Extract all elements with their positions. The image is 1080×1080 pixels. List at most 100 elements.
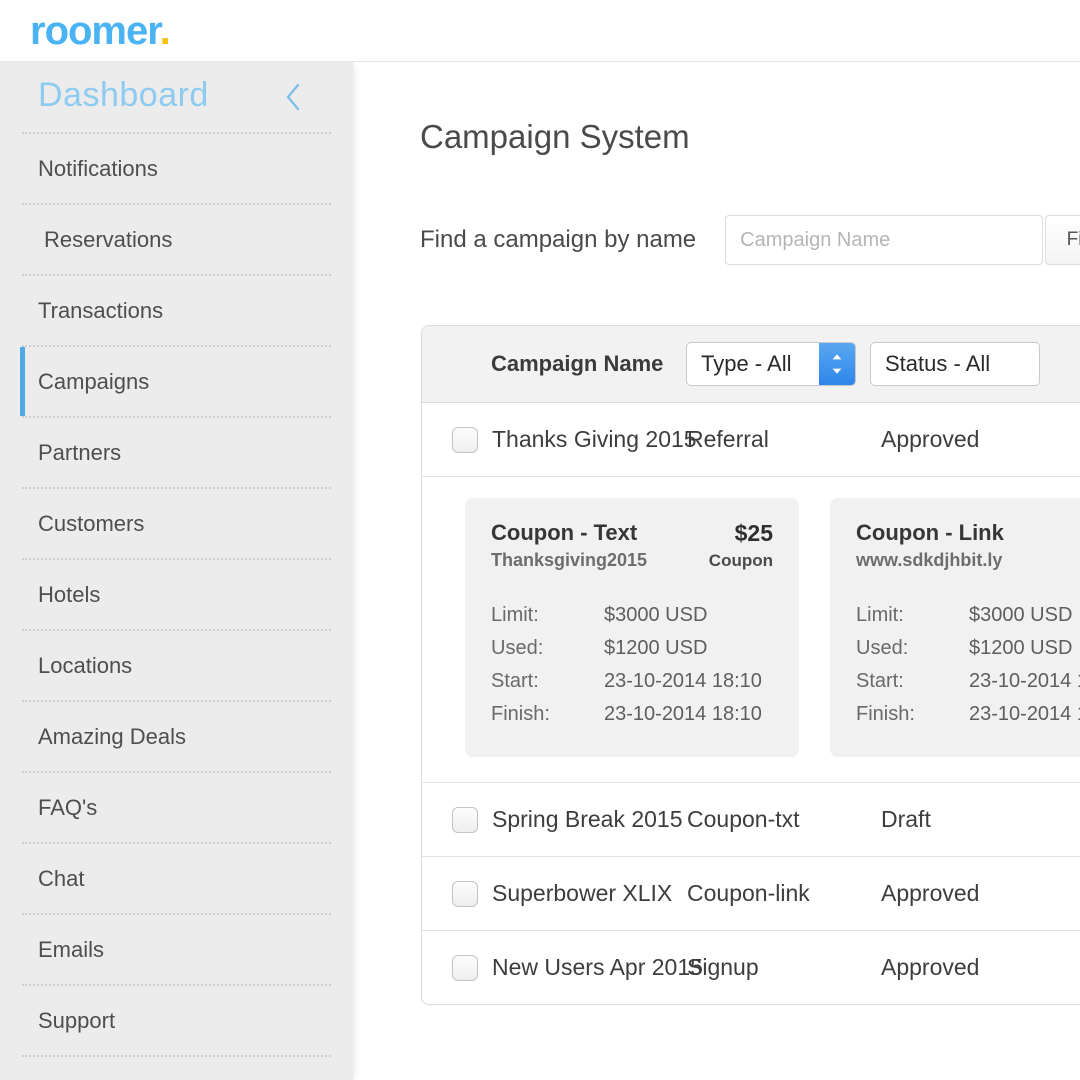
cell-campaign-name: Superbower XLIX bbox=[492, 880, 673, 906]
cell-status: Approved bbox=[881, 880, 980, 906]
sidebar-item-label: FAQ's bbox=[38, 795, 98, 820]
coupon-field-key: Used: bbox=[491, 637, 544, 659]
sidebar-item-label: Transactions bbox=[38, 298, 164, 323]
row-checkbox[interactable] bbox=[452, 954, 478, 981]
page-title: Campaign System bbox=[420, 118, 690, 155]
coupon-field-key: Used: bbox=[856, 637, 909, 659]
sidebar-item-reservations[interactable]: Reservations bbox=[0, 205, 353, 274]
sidebar-item-label: Campaigns bbox=[38, 369, 150, 394]
coupon-field-key: Finish: bbox=[491, 703, 550, 725]
coupon-subtitle: www.sdkdjhbit.ly bbox=[856, 550, 1003, 570]
sidebar-item-label: Customers bbox=[38, 511, 145, 536]
sidebar-item-label: Hotels bbox=[38, 582, 101, 607]
sidebar-item-label: Chat bbox=[38, 866, 85, 891]
search-label: Find a campaign by name bbox=[420, 226, 697, 253]
sidebar-item-partners[interactable]: Partners bbox=[0, 418, 353, 487]
table-row[interactable]: Thanks Giving 2015 Referral Approved bbox=[422, 403, 1080, 477]
coupon-card[interactable]: Coupon - Text Thanksgiving2015 $25 Coupon Li… bbox=[465, 498, 799, 757]
sidebar-nav: Notifications Reservations Transactions Cam… bbox=[0, 132, 353, 1080]
cell-status: Approved bbox=[881, 426, 980, 452]
sidebar-title: Dashboard bbox=[38, 76, 209, 114]
column-header-campaign-name: Campaign Name bbox=[491, 351, 664, 376]
sidebar-item-transactions[interactable]: Transactions bbox=[0, 276, 353, 345]
coupon-amount-label: Coupon bbox=[708, 551, 773, 570]
coupon-field-key: Start: bbox=[856, 670, 904, 692]
brand-logo-dot: . bbox=[159, 9, 171, 53]
sidebar-item-amazing-deals[interactable]: Amazing Deals bbox=[0, 702, 353, 771]
app-root: roomer. Dashboard Notifications Reservati… bbox=[0, 0, 1080, 1080]
cell-campaign-name: Spring Break 2015 bbox=[492, 806, 683, 832]
search-row: Find a campaign by name Find bbox=[420, 215, 1080, 265]
table-header-row: Campaign Name Type - All Status - All bbox=[422, 326, 1080, 403]
coupon-field-list: Limit: $3000 USD Used: $1200 USD Start: 23-10… bbox=[856, 599, 1080, 731]
coupon-field-value: 23-10-2014 18:10 bbox=[604, 670, 762, 692]
coupon-field-list: Limit: $3000 USD Used: $1200 USD Start: 23-10… bbox=[491, 599, 773, 731]
coupon-title: Coupon - Link bbox=[856, 520, 1004, 545]
coupon-field-row: Limit: $3000 USD bbox=[856, 599, 1080, 632]
coupon-field-row: Finish: 23-10-2014 18:10 bbox=[491, 698, 773, 731]
sidebar-item-label: Emails bbox=[38, 937, 105, 962]
type-filter-select[interactable]: Type - All bbox=[686, 342, 856, 386]
main-content: Campaign System Find a campaign by name … bbox=[353, 62, 1080, 1080]
search-input[interactable] bbox=[725, 215, 1044, 265]
coupon-field-key: Limit: bbox=[491, 604, 539, 626]
coupon-field-value: 23-10-2014 18:10 bbox=[969, 670, 1080, 692]
table-row[interactable]: Spring Break 2015 Coupon-txt Draft bbox=[422, 783, 1080, 857]
coupon-field-row: Used: $1200 USD bbox=[491, 632, 773, 665]
sidebar-item-customers[interactable]: Customers bbox=[0, 489, 353, 558]
coupon-field-key: Finish: bbox=[856, 703, 915, 725]
row-checkbox[interactable] bbox=[452, 806, 478, 833]
coupon-card-header: Coupon - Link www.sdkdjhbit.ly bbox=[856, 520, 1080, 571]
row-checkbox[interactable] bbox=[452, 426, 478, 453]
sidebar-header: Dashboard bbox=[0, 62, 353, 132]
row-checkbox[interactable] bbox=[452, 880, 478, 907]
coupon-field-value: $3000 USD bbox=[604, 604, 708, 626]
sidebar-item-label: Partners bbox=[38, 440, 122, 465]
top-bar: roomer. bbox=[0, 0, 1080, 62]
coupon-field-row: Limit: $3000 USD bbox=[491, 599, 773, 632]
cell-campaign-name: New Users Apr 2015 bbox=[492, 954, 703, 980]
sidebar-item-hotels[interactable]: Hotels bbox=[0, 560, 353, 629]
brand-logo[interactable]: roomer. bbox=[30, 8, 171, 54]
cell-type: Signup bbox=[687, 954, 759, 980]
sidebar-item-campaigns[interactable]: Campaigns bbox=[0, 347, 353, 416]
table-row[interactable]: New Users Apr 2015 Signup Approved bbox=[422, 931, 1080, 1004]
campaigns-table: Campaign Name Type - All Status - All Th… bbox=[421, 325, 1080, 1005]
table-row[interactable]: Superbower XLIX Coupon-link Approved bbox=[422, 857, 1080, 931]
coupon-field-value: 23-10-2014 18:10 bbox=[604, 703, 762, 725]
cell-type: Coupon-txt bbox=[687, 806, 800, 832]
coupon-amount: $25 bbox=[734, 520, 773, 546]
cell-status: Approved bbox=[881, 954, 980, 980]
expanded-coupon-panel: Coupon - Text Thanksgiving2015 $25 Coupon Li… bbox=[422, 477, 1080, 783]
sidebar-item-locations[interactable]: Locations bbox=[0, 631, 353, 700]
search-button[interactable]: Find bbox=[1045, 215, 1080, 265]
coupon-field-value: $1200 USD bbox=[604, 637, 708, 659]
sidebar-item-missing-dates[interactable]: Missing Dates bbox=[0, 1057, 353, 1080]
chevron-left-icon[interactable] bbox=[281, 80, 305, 114]
cell-campaign-name: Thanks Giving 2015 bbox=[492, 426, 697, 452]
coupon-title: Coupon - Text bbox=[491, 520, 638, 545]
sidebar-item-support[interactable]: Support bbox=[0, 986, 353, 1055]
sidebar-item-label: Notifications bbox=[38, 156, 158, 181]
brand-logo-text: roomer bbox=[30, 9, 161, 53]
sidebar-item-label: Locations bbox=[38, 653, 133, 678]
table-body: Thanks Giving 2015 Referral Approved Coupon… bbox=[422, 403, 1080, 1004]
coupon-amount-block: $25 Coupon bbox=[709, 520, 773, 571]
sidebar-item-faq-s[interactable]: FAQ's bbox=[0, 773, 353, 842]
cell-type: Coupon-link bbox=[687, 880, 810, 906]
sidebar-item-notifications[interactable]: Notifications bbox=[0, 134, 353, 203]
stepper-up-down-icon[interactable] bbox=[819, 343, 855, 385]
sidebar-item-chat[interactable]: Chat bbox=[0, 844, 353, 913]
sidebar-item-label: Amazing Deals bbox=[38, 724, 186, 749]
coupon-card[interactable]: Coupon - Link www.sdkdjhbit.ly Limit: $3000… bbox=[830, 498, 1080, 757]
coupon-field-value: $3000 USD bbox=[969, 604, 1073, 626]
sidebar: Dashboard Notifications Reservations Trans… bbox=[0, 62, 353, 1080]
coupon-field-key: Start: bbox=[491, 670, 539, 692]
coupon-field-row: Start: 23-10-2014 18:10 bbox=[491, 665, 773, 698]
coupon-field-row: Finish: 23-10-2014 18:10 bbox=[856, 698, 1080, 731]
coupon-field-key: Limit: bbox=[856, 604, 904, 626]
sidebar-item-label: Reservations bbox=[44, 227, 173, 252]
sidebar-item-emails[interactable]: Emails bbox=[0, 915, 353, 984]
coupon-field-row: Used: $1200 USD bbox=[856, 632, 1080, 665]
status-filter-select[interactable]: Status - All bbox=[870, 342, 1040, 386]
